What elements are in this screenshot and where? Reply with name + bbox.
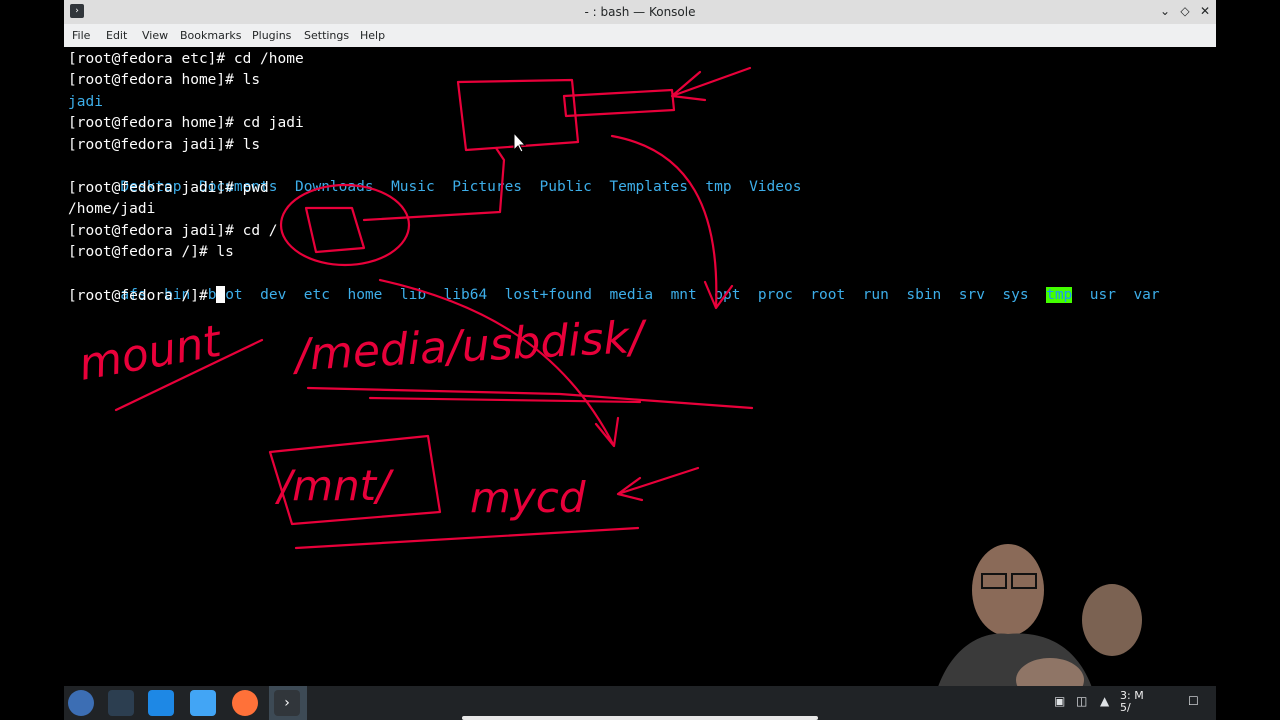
dir-entry: Pictures xyxy=(452,179,523,195)
menu-view[interactable]: View xyxy=(142,29,168,42)
dir-entry: proc xyxy=(757,287,793,303)
fedora-launcher-icon[interactable] xyxy=(68,690,94,716)
dir-entry: opt xyxy=(714,287,741,303)
dir-entry: var xyxy=(1133,287,1160,303)
terminal-line: [root@fedora jadi]# ls xyxy=(68,137,261,153)
minimize-icon[interactable]: ⌄ xyxy=(1158,3,1172,19)
dir-entry: usr xyxy=(1089,287,1116,303)
dir-entry: Videos xyxy=(749,179,802,195)
dir-entry: media xyxy=(609,287,654,303)
system-settings-icon[interactable] xyxy=(108,690,134,716)
dir-entry: srv xyxy=(958,287,985,303)
dir-entry: Templates xyxy=(609,179,688,195)
prompt-line: [root@fedora /]# xyxy=(68,286,226,307)
home-dir-listing: Desktop Documents Downloads Music Pictur… xyxy=(68,156,801,195)
dir-entry: Downloads xyxy=(295,179,374,195)
tray-expand-icon[interactable]: ▲ xyxy=(1100,694,1109,708)
terminal-line: [root@fedora jadi]# pwd xyxy=(68,180,269,196)
dir-entry: tmp xyxy=(705,179,732,195)
menu-bookmarks[interactable]: Bookmarks xyxy=(180,29,241,42)
video-progress-bar[interactable] xyxy=(462,716,818,720)
dir-entry: dev xyxy=(260,287,287,303)
dir-entry: home xyxy=(347,287,383,303)
dir-entry: lib xyxy=(399,287,427,303)
file-manager-icon[interactable] xyxy=(190,690,216,716)
menu-settings[interactable]: Settings xyxy=(304,29,349,42)
dir-entry: sys xyxy=(1002,287,1029,303)
text-cursor xyxy=(216,286,226,303)
clock-date: 5/ xyxy=(1120,701,1131,714)
terminal-line: [root@fedora home]# ls xyxy=(68,72,261,88)
terminal-line: jadi xyxy=(68,94,103,110)
dir-entry: Music xyxy=(391,179,435,195)
dir-entry: lost+found xyxy=(504,287,592,303)
discover-icon[interactable] xyxy=(148,690,174,716)
terminal-line: /home/jadi xyxy=(68,201,156,217)
title-bar[interactable]: › - : bash — Konsole ⌄ ◇ ✕ xyxy=(64,0,1216,24)
menu-plugins[interactable]: Plugins xyxy=(252,29,291,42)
usb-tray-icon[interactable]: ▣ xyxy=(1054,694,1065,708)
dir-entry: etc xyxy=(303,287,330,303)
dir-entry: Public xyxy=(539,179,592,195)
menu-help[interactable]: Help xyxy=(360,29,385,42)
prompt-text: [root@fedora /]# xyxy=(68,288,217,304)
terminal-line: [root@fedora etc]# cd /home xyxy=(68,51,304,67)
dir-entry: root xyxy=(810,287,846,303)
dir-entry: run xyxy=(862,287,889,303)
dir-entry-highlighted: tmp xyxy=(1046,287,1073,303)
terminal-line: [root@fedora home]# cd jadi xyxy=(68,115,304,131)
menu-edit[interactable]: Edit xyxy=(106,29,127,42)
menu-file[interactable]: File xyxy=(72,29,90,42)
close-icon[interactable]: ✕ xyxy=(1198,3,1212,19)
terminal-line: [root@fedora /]# ls xyxy=(68,244,234,260)
window-title: - : bash — Konsole xyxy=(584,5,696,19)
show-desktop-icon[interactable]: ☐ xyxy=(1188,694,1199,708)
terminal-line: [root@fedora jadi]# cd / xyxy=(68,223,278,239)
clock-suffix: M xyxy=(1134,689,1144,702)
dir-entry: sbin xyxy=(906,287,942,303)
dir-entry: mnt xyxy=(670,287,697,303)
clock[interactable]: 3: M 5/ xyxy=(1120,690,1144,714)
network-tray-icon[interactable]: ◫ xyxy=(1076,694,1087,708)
konsole-icon[interactable]: › xyxy=(274,690,300,716)
right-background xyxy=(1216,0,1280,720)
taskbar: › ▣ ◫ ▲ 3: M 5/ ☐ xyxy=(64,686,1216,720)
firefox-icon[interactable] xyxy=(232,690,258,716)
left-background xyxy=(0,0,64,720)
dir-entry: lib64 xyxy=(443,287,488,303)
root-dir-listing: afs bin boot dev etc home lib lib64 lost… xyxy=(68,264,1160,303)
maximize-icon[interactable]: ◇ xyxy=(1178,3,1192,19)
menu-bar: File Edit View Bookmarks Plugins Setting… xyxy=(64,24,1216,47)
